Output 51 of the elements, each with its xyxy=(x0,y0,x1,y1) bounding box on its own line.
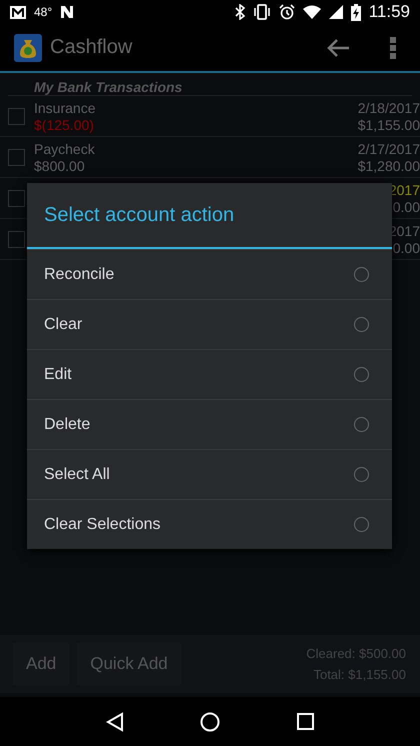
radio-button[interactable] xyxy=(354,317,369,332)
option-item[interactable]: Clear Selections xyxy=(27,499,392,549)
option-label: Clear xyxy=(44,316,82,334)
transaction-date: 2/17/2017 xyxy=(358,140,420,156)
wifi-icon xyxy=(302,5,321,19)
transaction-name: Paycheck xyxy=(34,140,95,156)
bluetooth-icon xyxy=(234,4,245,20)
back-arrow-icon[interactable] xyxy=(326,38,350,58)
money-bag-icon xyxy=(14,34,42,62)
radio-button[interactable] xyxy=(354,467,369,482)
radio-button[interactable] xyxy=(354,517,369,532)
checkbox[interactable] xyxy=(8,108,25,124)
transaction-date: 2/18/2017 xyxy=(358,100,420,116)
vibrate-icon xyxy=(252,4,271,20)
option-item[interactable]: Reconcile xyxy=(27,249,392,299)
option-item[interactable]: Select All xyxy=(27,449,392,499)
radio-button[interactable] xyxy=(354,367,369,382)
signal-icon xyxy=(328,5,343,19)
running-balance: $1,280.00 xyxy=(358,158,420,174)
transaction-amount: $800.00 xyxy=(34,158,86,174)
home-icon[interactable] xyxy=(200,712,220,732)
option-item[interactable]: Delete xyxy=(27,399,392,449)
overflow-menu-icon[interactable] xyxy=(390,36,396,58)
option-label: Select All xyxy=(44,466,110,484)
running-balance: 0.00 xyxy=(392,198,420,214)
running-balance: 0.00 xyxy=(392,240,420,256)
back-icon[interactable] xyxy=(106,712,124,732)
app-title: Cashflow xyxy=(50,36,132,59)
battery-icon xyxy=(350,4,361,20)
recents-icon[interactable] xyxy=(296,713,314,730)
transaction-name: Insurance xyxy=(34,100,96,116)
option-label: Edit xyxy=(44,366,72,384)
option-item[interactable]: Clear xyxy=(27,299,392,349)
clock: 11:59 xyxy=(368,2,410,22)
checkbox[interactable] xyxy=(8,190,25,206)
option-label: Clear Selections xyxy=(44,516,160,534)
option-label: Reconcile xyxy=(44,266,114,284)
option-label: Delete xyxy=(44,416,90,434)
alarm-icon xyxy=(278,4,295,20)
option-item[interactable]: Edit xyxy=(27,349,392,399)
radio-button[interactable] xyxy=(354,417,369,432)
checkbox[interactable] xyxy=(8,230,25,248)
news-icon xyxy=(60,5,74,19)
temperature: 48° xyxy=(34,5,52,19)
running-balance: $1,155.00 xyxy=(358,116,420,132)
mail-icon xyxy=(10,6,26,18)
transaction-amount: $(125.00) xyxy=(34,116,95,132)
section-title: My Bank Transactions xyxy=(8,79,412,96)
radio-button[interactable] xyxy=(354,267,369,282)
dialog-title: Select account action xyxy=(27,183,392,249)
checkbox[interactable] xyxy=(8,148,25,166)
